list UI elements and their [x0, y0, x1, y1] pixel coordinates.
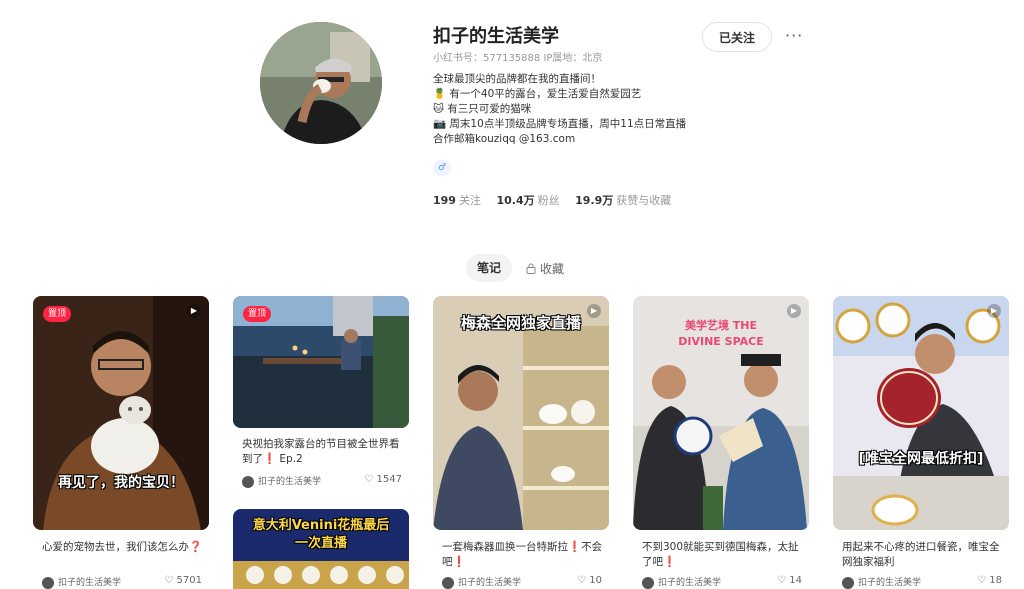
profile-meta: 小红书号：577135888 IP属地：北京	[433, 53, 603, 64]
tab-notes[interactable]: 笔记	[466, 254, 512, 282]
fans-stat[interactable]: 10.4万 粉丝	[496, 194, 559, 207]
video-play-icon: ▶	[187, 304, 201, 318]
profile-avatar[interactable]	[260, 22, 382, 144]
likes-stat: 19.9万 获赞与收藏	[575, 194, 672, 207]
note-author[interactable]: 扣子的生活美学	[42, 575, 121, 589]
like-count[interactable]: ♡ 5701	[150, 575, 202, 586]
bio-line: 📷 周末10点半顶级品牌专场直播，周中11点日常直播	[433, 118, 687, 130]
note-title[interactable]: 一套梅森器皿换一台特斯拉❗不会吧❗	[442, 540, 608, 570]
heart-icon: ♡	[777, 575, 787, 586]
bio-line: 全球最顶尖的品牌都在我的直播间！	[433, 73, 601, 85]
following-stat[interactable]: 199 关注	[433, 194, 481, 207]
note-card-cover[interactable]: 置顶 ▶ 再见了，我的宝贝！	[33, 296, 209, 530]
note-title[interactable]: 用起来不心疼的进口餐瓷，唯宝全网独家福利	[842, 540, 1008, 570]
pinned-badge: 置顶	[43, 306, 72, 322]
cover-caption: 意大利Venini花瓶最后一次直播	[252, 518, 390, 551]
video-play-icon: ▶	[787, 304, 801, 318]
author-avatar	[642, 576, 654, 589]
cover-caption: 美学艺境 THE DIVINE SPACE	[678, 319, 764, 348]
profile-bio: 全球最顶尖的品牌都在我的直播间！ 🍍 有一个40平的露台，爱生活爱自然爱园艺 🐱…	[433, 72, 733, 147]
bio-line: 🍍 有一个40平的露台，爱生活爱自然爱园艺	[433, 88, 642, 100]
bio-line: 🐱 有三只可爱的猫咪	[433, 103, 532, 115]
follow-button[interactable]: 已关注	[702, 22, 772, 52]
heart-icon: ♡	[577, 575, 587, 586]
bio-line: 合作邮箱kouziqq @163.com	[433, 133, 576, 145]
note-author[interactable]: 扣子的生活美学	[242, 474, 321, 488]
video-play-icon: ▶	[987, 304, 1001, 318]
note-card-cover[interactable]: ▶ 美学艺境 THE DIVINE SPACE	[633, 296, 809, 530]
profile-nickname: 扣子的生活美学	[433, 26, 559, 47]
heart-icon: ♡	[164, 575, 174, 586]
note-author[interactable]: 扣子的生活美学	[442, 575, 521, 589]
author-avatar	[842, 576, 854, 589]
note-title[interactable]: 心爱的宠物去世，我们该怎么办❓	[42, 540, 208, 555]
tab-collect[interactable]: 收藏	[526, 260, 564, 277]
note-author[interactable]: 扣子的生活美学	[842, 575, 921, 589]
lock-icon	[526, 263, 536, 274]
note-title[interactable]: 不到300就能买到德国梅森，太扯了吧❗	[642, 540, 808, 570]
like-count[interactable]: ♡ 10	[550, 575, 602, 586]
like-count[interactable]: ♡ 1547	[350, 474, 402, 485]
note-title[interactable]: 央视拍我家露台的节目被全世界看到了❗ Ep.2	[242, 437, 408, 467]
note-card-cover[interactable]: 置顶	[233, 296, 409, 428]
cover-caption: [唯宝全网最低折扣]	[858, 451, 984, 467]
like-count[interactable]: ♡ 14	[750, 575, 802, 586]
author-avatar	[42, 576, 54, 589]
profile-stats: 199 关注 10.4万 粉丝 19.9万 获赞与收藏	[433, 192, 683, 208]
note-card-cover[interactable]: ▶ 梅森全网独家直播	[433, 296, 609, 530]
note-card-cover[interactable]: ▶ [唯宝全网最低折扣]	[833, 296, 1009, 530]
like-count[interactable]: ♡ 18	[950, 575, 1002, 586]
heart-icon: ♡	[977, 575, 987, 586]
more-options-icon[interactable]: ···	[785, 26, 803, 45]
cover-caption: 梅森全网独家直播	[460, 314, 581, 332]
pinned-badge: 置顶	[243, 306, 272, 322]
cover-caption: 再见了，我的宝贝！	[58, 475, 184, 491]
note-author[interactable]: 扣子的生活美学	[642, 575, 721, 589]
heart-icon: ♡	[364, 474, 374, 485]
author-avatar	[442, 576, 454, 589]
author-avatar	[242, 475, 254, 488]
note-card-cover[interactable]: 意大利Venini花瓶最后一次直播	[233, 509, 409, 589]
gender-male-icon: ♂	[433, 160, 451, 176]
